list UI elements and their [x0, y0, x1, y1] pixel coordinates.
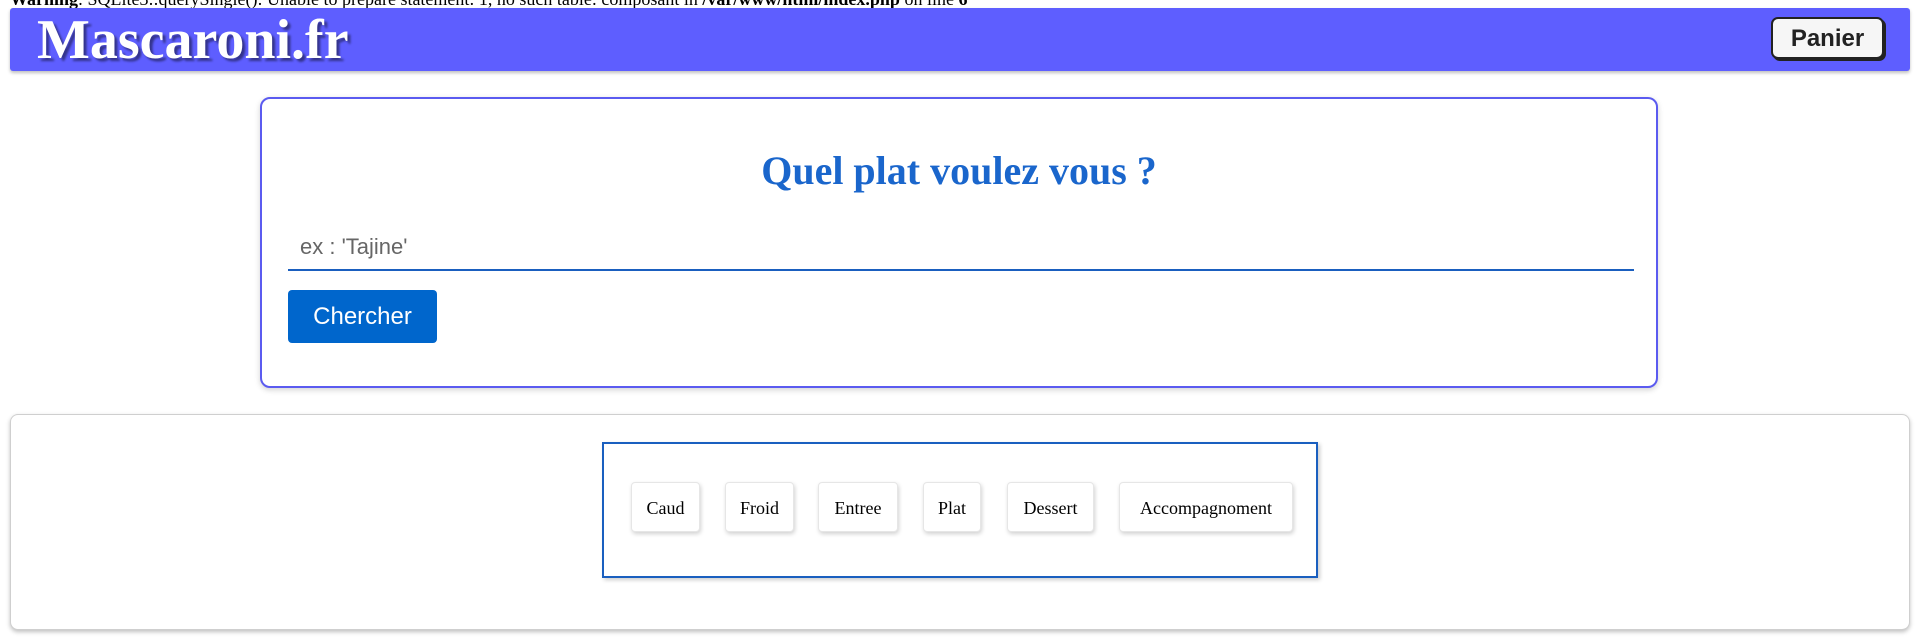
category-filter-box: Caud Froid Entree Plat Dessert Accompagn…	[602, 442, 1318, 578]
site-header: Mascaroni.fr Panier	[10, 8, 1910, 71]
cart-button[interactable]: Panier	[1771, 17, 1884, 59]
php-warning-message: Warning: SQLite3::querySingle(): Unable …	[10, 0, 967, 8]
filter-panel: Caud Froid Entree Plat Dessert Accompagn…	[10, 414, 1910, 630]
site-logo-title[interactable]: Mascaroni.fr	[37, 12, 349, 68]
category-chip-caud[interactable]: Caud	[631, 482, 700, 532]
search-input[interactable]	[288, 225, 1634, 271]
category-chip-entree[interactable]: Entree	[818, 482, 898, 532]
category-chip-plat[interactable]: Plat	[923, 482, 981, 532]
category-chip-froid[interactable]: Froid	[725, 482, 794, 532]
search-button[interactable]: Chercher	[288, 290, 437, 343]
category-chip-dessert[interactable]: Dessert	[1007, 482, 1094, 532]
search-title: Quel plat voulez vous ?	[761, 148, 1157, 193]
search-card: Quel plat voulez vous ? Chercher	[260, 97, 1658, 388]
category-chip-accompagnoment[interactable]: Accompagnoment	[1119, 482, 1293, 532]
